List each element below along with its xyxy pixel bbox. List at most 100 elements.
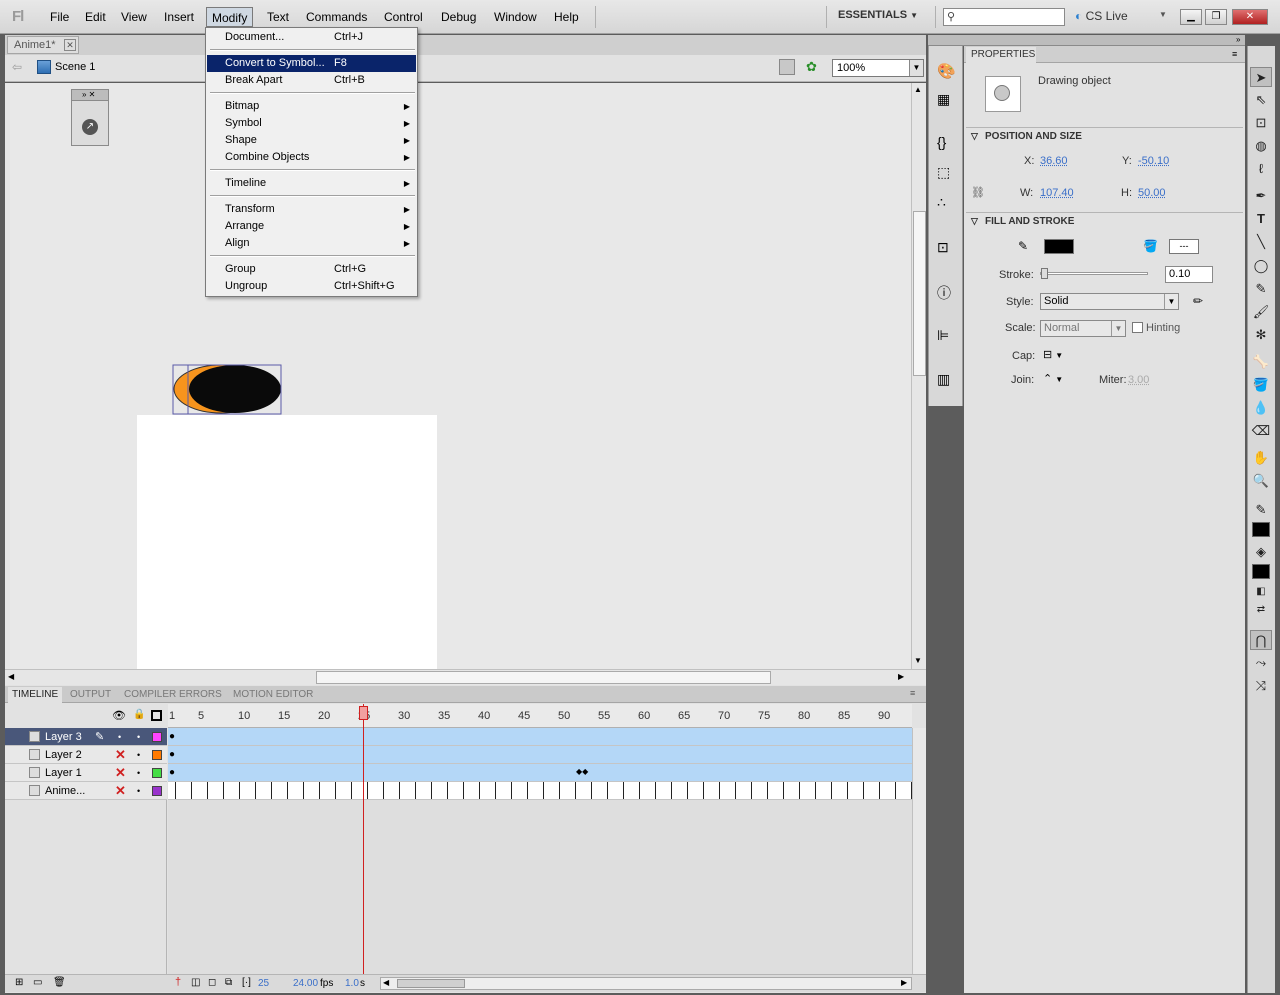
w-value[interactable]: 107.40 [1040, 187, 1074, 199]
keyframe-dot[interactable]: ● [169, 749, 175, 760]
layer-row[interactable]: Layer 3 ✎ • • [5, 728, 167, 746]
edit-scene-icon[interactable] [779, 59, 795, 75]
frame-row[interactable]: ● [168, 746, 912, 764]
menu-text[interactable]: Text [262, 7, 294, 27]
join-select[interactable]: ⌃ ▼ [1043, 372, 1063, 385]
eye-icon[interactable]: 👁 [112, 709, 126, 722]
snap-to-objects-icon[interactable]: ⋂ [1250, 630, 1272, 650]
scroll-down-icon[interactable]: ▼ [914, 656, 922, 665]
horizontal-scrollbar[interactable]: ◀ ▶ [5, 669, 926, 685]
layer-name[interactable]: Anime... [45, 782, 85, 800]
hinting-checkbox[interactable] [1132, 322, 1143, 333]
lasso-tool-icon[interactable]: ℓ [1250, 159, 1272, 179]
layer-name[interactable]: Layer 2 [45, 746, 82, 764]
align-icon[interactable]: ⊫ [937, 327, 949, 344]
x-value[interactable]: 36.60 [1040, 155, 1068, 167]
3d-rotation-tool-icon[interactable]: ◍ [1250, 136, 1272, 156]
onion-outline-icon[interactable]: ◻ [208, 977, 216, 988]
menu-commands[interactable]: Commands [301, 7, 372, 27]
onion-skin-icon[interactable]: ◫ [191, 977, 200, 988]
swap-colors-icon[interactable]: ⇄ [1250, 600, 1272, 620]
scroll-left-icon[interactable]: ◀ [8, 672, 14, 681]
stroke-input[interactable]: 0.10 [1165, 266, 1213, 283]
frame-row[interactable]: ● [168, 728, 912, 746]
tween-markers[interactable]: ◆◆ [576, 767, 588, 776]
close-tab-icon[interactable]: ✕ [64, 39, 76, 51]
menu-timeline[interactable]: Timeline ▶ [207, 175, 416, 192]
panel-menu-icon[interactable]: ≡ [1232, 49, 1237, 59]
scroll-up-icon[interactable]: ▲ [914, 85, 922, 94]
layer-name[interactable]: Layer 1 [45, 764, 82, 782]
menu-transform[interactable]: Transform ▶ [207, 201, 416, 218]
keyframe-dot[interactable]: ● [169, 767, 175, 778]
selection-tool-icon[interactable]: ➤ [1250, 67, 1272, 87]
close-button[interactable]: ✕ [1232, 9, 1268, 25]
vertical-scrollbar[interactable]: ▲ ▼ [911, 83, 926, 669]
edit-stroke-style-icon[interactable]: ✏ [1193, 294, 1203, 308]
deco-tool-icon[interactable]: ✻ [1250, 325, 1272, 345]
scroll-left-icon[interactable]: ◀ [383, 978, 389, 987]
y-value[interactable]: -50.10 [1138, 155, 1169, 167]
free-transform-tool-icon[interactable]: ⊡ [1250, 113, 1272, 133]
pen-tool-icon[interactable]: ✒ [1250, 186, 1272, 206]
tab-motion-editor[interactable]: MOTION EDITOR [229, 687, 317, 703]
bone-tool-icon[interactable]: 🦴 [1250, 352, 1272, 372]
zoom-dropdown-icon[interactable]: ▼ [909, 60, 923, 76]
layer-name[interactable]: Layer 3 [45, 728, 82, 746]
eraser-tool-icon[interactable]: ⌫ [1250, 421, 1272, 441]
cs-live-dropdown-icon[interactable]: ▼ [1159, 10, 1167, 19]
layer-color-box[interactable] [152, 732, 162, 742]
subselection-tool-icon[interactable]: ⇖ [1250, 90, 1272, 110]
black-white-icon[interactable]: ◧ [1250, 582, 1272, 602]
timeline-hscroll[interactable]: ◀ ▶ [380, 977, 912, 990]
collapse-icon[interactable]: » [1236, 35, 1240, 44]
new-layer-icon[interactable]: ⊞ [15, 977, 23, 988]
menu-window[interactable]: Window [489, 7, 542, 27]
layer-row[interactable]: Layer 1 ✕ • [5, 764, 167, 782]
horizontal-scroll-thumb[interactable] [316, 671, 771, 684]
tab-timeline[interactable]: TIMELINE [8, 687, 63, 703]
timeline-menu-icon[interactable]: ≡ [910, 688, 915, 698]
layer-color-box[interactable] [152, 768, 162, 778]
hidden-x-icon[interactable]: ✕ [115, 746, 126, 764]
menu-view[interactable]: View [116, 7, 152, 27]
zoom-tool-icon[interactable]: 🔍 [1250, 471, 1272, 491]
onion-markers-icon[interactable]: [·] [242, 977, 251, 988]
stroke-slider[interactable] [1040, 268, 1148, 279]
pencil-tool-icon[interactable]: ✎ [1250, 279, 1272, 299]
scroll-right-icon[interactable]: ▶ [898, 672, 904, 681]
vertical-scroll-thumb[interactable] [913, 211, 926, 376]
menu-align[interactable]: Align ▶ [207, 235, 416, 252]
stroke-color-swatch[interactable] [1044, 239, 1074, 254]
hidden-x-icon[interactable]: ✕ [115, 782, 126, 800]
menu-help[interactable]: Help [549, 7, 584, 27]
layer-color-box[interactable] [152, 750, 162, 760]
restore-button[interactable]: ❐ [1205, 9, 1227, 25]
lock-icon[interactable]: 🔒 [133, 709, 145, 720]
h-value[interactable]: 50.00 [1138, 187, 1166, 199]
zoom-field[interactable]: 100% ▼ [832, 59, 924, 77]
frame-row[interactable] [168, 782, 912, 800]
lock-ratio-icon[interactable]: ⛓ [971, 186, 985, 199]
menu-edit[interactable]: Edit [80, 7, 111, 27]
new-folder-icon[interactable]: ▭ [33, 977, 42, 988]
visible-dot[interactable]: • [118, 728, 121, 746]
section-fill-stroke[interactable]: ▽ FILL AND STROKE [966, 212, 1243, 229]
oval-tool-icon[interactable]: ◯ [1250, 256, 1272, 276]
library-icon[interactable]: ▥ [937, 371, 950, 388]
current-frame[interactable]: 25 [258, 978, 269, 989]
frame-rate[interactable]: 24.00 [293, 978, 318, 989]
menu-bitmap[interactable]: Bitmap ▶ [207, 98, 416, 115]
code-snippets-icon[interactable]: {} [937, 134, 946, 150]
cs-live-button[interactable]: ◐ CS Live [1075, 9, 1128, 23]
tab-properties[interactable]: PROPERTIES [966, 47, 1036, 63]
frame-row[interactable]: ● ◆◆ [168, 764, 912, 782]
menu-break-apart[interactable]: Break Apart Ctrl+B [207, 72, 416, 89]
hand-tool-icon[interactable]: ✋ [1250, 448, 1272, 468]
scroll-right-icon[interactable]: ▶ [901, 978, 907, 987]
menu-control[interactable]: Control [379, 7, 428, 27]
menu-ungroup[interactable]: Ungroup Ctrl+Shift+G [207, 278, 416, 295]
layer-row[interactable]: Anime... ✕ • [5, 782, 167, 800]
playhead[interactable] [363, 704, 364, 974]
drawing-object[interactable] [170, 362, 286, 418]
